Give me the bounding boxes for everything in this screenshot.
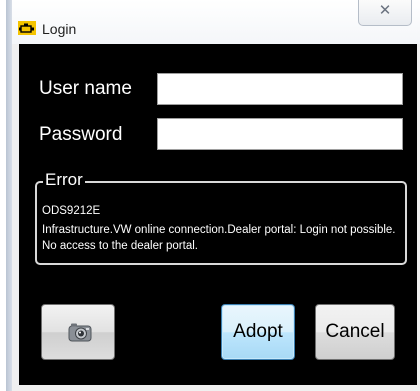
close-button[interactable]: ✕ [358, 0, 412, 26]
window-frame-edge [0, 0, 12, 391]
app-icon [18, 21, 36, 35]
username-label: User name [39, 78, 132, 99]
username-input[interactable] [157, 73, 403, 105]
error-legend: Error [43, 170, 85, 190]
cancel-button[interactable]: Cancel [315, 304, 395, 360]
camera-icon [68, 322, 92, 342]
error-code: ODS9212E [42, 205, 101, 217]
login-window: Login ✕ User name Password Error ODS9212… [0, 0, 420, 391]
close-icon: ✕ [378, 2, 392, 19]
camera-button[interactable] [41, 304, 115, 360]
dialog-body: User name Password Error ODS9212E Infras… [19, 44, 417, 385]
window-title: Login [42, 21, 77, 37]
password-label: Password [39, 124, 123, 145]
adopt-button[interactable]: Adopt [221, 304, 295, 360]
error-message: Infrastructure.VW online connection.Deal… [42, 224, 396, 252]
error-group: Error ODS9212E Infrastructure.VW online … [35, 170, 407, 265]
password-input[interactable] [157, 118, 403, 150]
title-bar[interactable]: Login ✕ [12, 0, 420, 44]
